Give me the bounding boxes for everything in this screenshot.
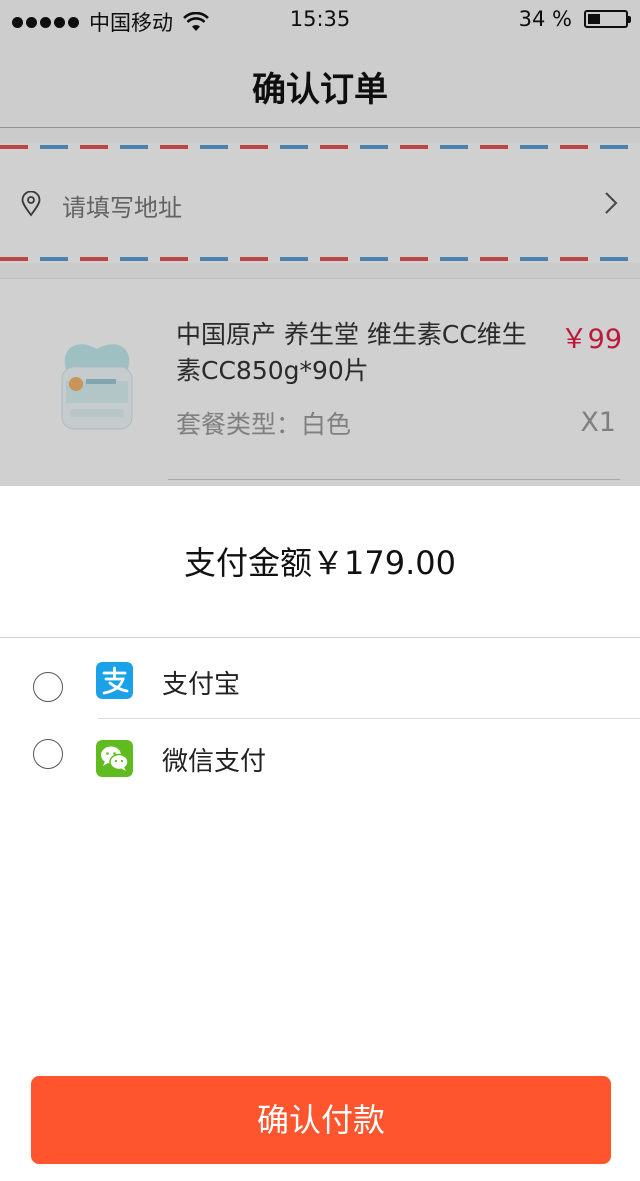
- payment-amount: 支付金额￥179.00: [0, 538, 640, 584]
- payment-option-wechat[interactable]: 微信支付: [0, 724, 640, 790]
- alipay-icon: [96, 662, 133, 699]
- wechat-pay-label: 微信支付: [162, 747, 267, 777]
- payment-sheet: 支付金额￥179.00 支付宝 微信支付 确认付款: [0, 486, 640, 1181]
- divider: [0, 637, 640, 638]
- payment-option-alipay[interactable]: 支付宝: [0, 648, 640, 714]
- wechat-pay-icon: [96, 740, 133, 777]
- payment-amount-label: 支付金额: [184, 544, 313, 582]
- order-page-background: 中国移动 15:35 34 % 确认订单 请填写地址 中国原产 养生堂 维生素C…: [0, 0, 640, 486]
- payment-amount-value: ￥179.00: [312, 544, 456, 582]
- modal-backdrop[interactable]: [0, 0, 640, 486]
- confirm-payment-button[interactable]: 确认付款: [31, 1076, 611, 1164]
- alipay-label: 支付宝: [162, 670, 241, 700]
- wechat-pay-radio[interactable]: [33, 739, 63, 769]
- divider: [98, 718, 640, 719]
- alipay-radio[interactable]: [33, 672, 63, 702]
